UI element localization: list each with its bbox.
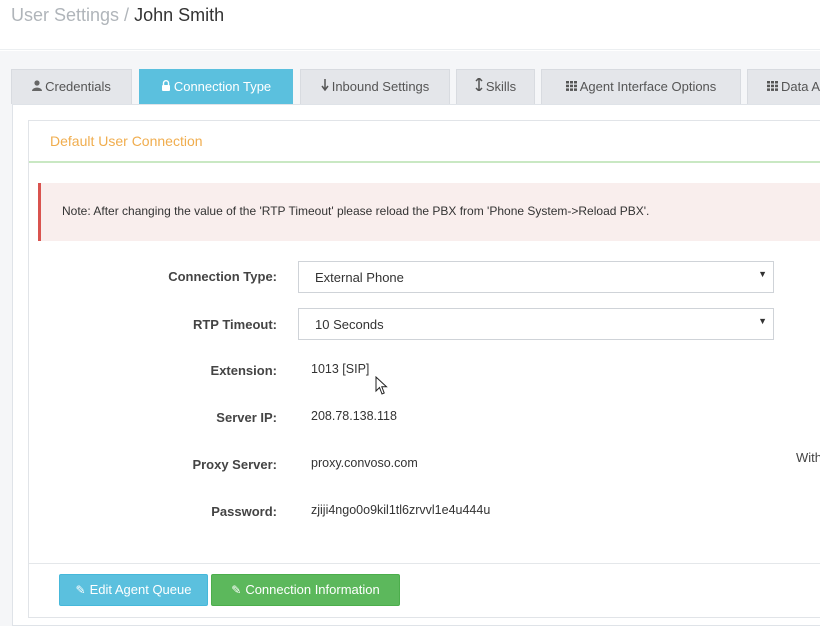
edit-icon: ✎ — [75, 583, 86, 597]
box-header: Default User Connection — [29, 121, 820, 163]
mouse-pointer-icon — [375, 376, 388, 395]
password-value: zjiji4ngo0o9kil1tl6zrvvl1e4u444u — [311, 503, 491, 517]
arrow-down-icon — [321, 71, 329, 105]
tab-data[interactable]: Data A — [747, 69, 820, 104]
box-title: Default User Connection — [50, 133, 203, 149]
rtp-timeout-select[interactable]: 10 Seconds ▼ — [298, 308, 774, 340]
page-title-user-name: John Smith — [134, 5, 225, 25]
arrows-vertical-icon — [475, 71, 483, 105]
tab-panel: Default User Connection Note: After chan… — [12, 104, 820, 626]
tab-label: Agent Interface Options — [579, 79, 717, 94]
button-label: Edit Agent Queue — [89, 582, 192, 597]
alert-text: Note: After changing the value of the 'R… — [62, 204, 650, 218]
user-icon — [32, 71, 43, 105]
server-ip-label: Server IP: — [216, 410, 277, 425]
rtp-note-alert: Note: After changing the value of the 'R… — [38, 183, 820, 241]
extension-label: Extension: — [210, 363, 277, 378]
rtp-timeout-label: RTP Timeout: — [192, 317, 277, 332]
proxy-server-value: proxy.convoso.com — [311, 456, 418, 470]
edit-icon: ✎ — [231, 583, 242, 597]
caret-down-icon: ▼ — [758, 316, 767, 326]
server-ip-value: 208.78.138.118 — [311, 409, 397, 423]
password-label: Password: — [211, 504, 277, 519]
side-text-with: With — [796, 450, 820, 465]
page-title-prefix: User Settings / — [11, 5, 130, 25]
connection-information-button[interactable]: ✎ Connection Information — [211, 574, 400, 606]
extension-value: 1013 [SIP] — [311, 362, 370, 376]
page-title: User Settings / John Smith — [11, 5, 224, 26]
grid-icon — [767, 71, 778, 105]
lock-icon — [161, 71, 171, 105]
proxy-server-label: Proxy Server: — [192, 457, 277, 472]
tab-label: Skills — [485, 79, 517, 94]
content-area: Credentials Connection Type Inbound Sett… — [0, 51, 820, 626]
select-value: 10 Seconds — [315, 317, 384, 332]
tab-label: Data A — [781, 79, 820, 94]
tab-connection-type[interactable]: Connection Type — [139, 69, 293, 104]
tab-label: Credentials — [45, 79, 111, 94]
page-header: User Settings / John Smith — [0, 0, 820, 50]
tab-skills[interactable]: Skills — [456, 69, 535, 104]
caret-down-icon: ▼ — [758, 269, 767, 279]
tab-label: Connection Type — [173, 79, 272, 94]
tab-agent-interface-options[interactable]: Agent Interface Options — [541, 69, 741, 104]
box-footer: ✎ Edit Agent Queue ✎ Connection Informatio… — [29, 563, 820, 619]
connection-type-label: Connection Type: — [168, 269, 277, 284]
tab-credentials[interactable]: Credentials — [11, 69, 132, 104]
button-label: Connection Information — [245, 582, 380, 597]
tab-label: Inbound Settings — [331, 79, 430, 94]
tab-inbound-settings[interactable]: Inbound Settings — [300, 69, 450, 104]
connection-type-select[interactable]: External Phone ▼ — [298, 261, 774, 293]
edit-agent-queue-button[interactable]: ✎ Edit Agent Queue — [59, 574, 208, 606]
grid-icon — [565, 71, 577, 105]
select-value: External Phone — [315, 270, 404, 285]
default-user-connection-box: Default User Connection Note: After chan… — [28, 120, 820, 618]
